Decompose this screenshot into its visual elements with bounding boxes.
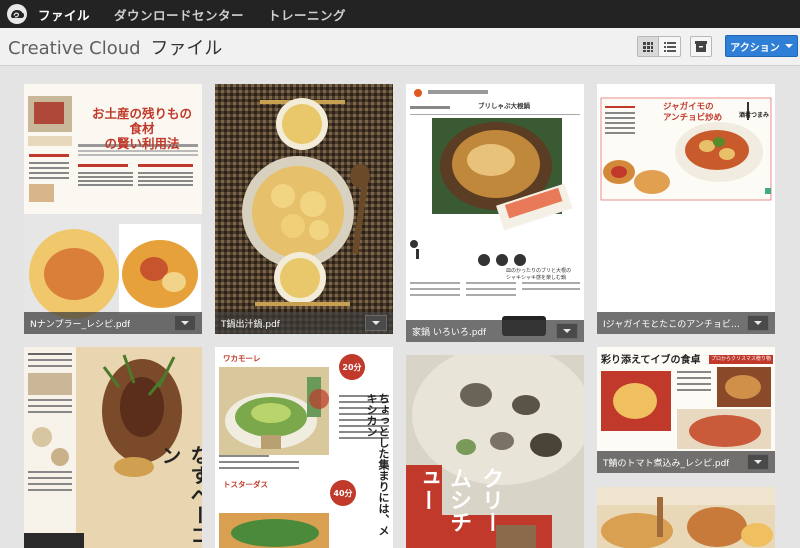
grid-view-button[interactable] [638,37,660,56]
chevron-down-icon [784,44,793,48]
page-title-section: ファイル [150,38,223,59]
file-tile[interactable] [597,487,775,548]
archive-icon [695,41,707,52]
file-menu-button[interactable] [747,315,769,331]
file-tile[interactable]: 彩り添えてイブの食卓 プロからクリスマス贈り物 T鯖のトマト煮込み_レシピ.pd… [597,347,775,473]
time-badge: 20分 [342,363,362,372]
file-thumbnail [406,84,584,342]
thumbnail-header: 彩り添えてイブの食卓 [601,355,701,366]
action-button[interactable]: アクション [725,35,798,57]
file-tile[interactable]: なすベーコン [24,347,202,548]
time-badge: 40分 [333,489,353,498]
grid-icon [643,41,653,52]
thumbnail-caption: 皿のかったりのブリと大根の シャキシャキ感を楽しむ鍋 [506,268,582,282]
archive-button[interactable] [690,36,712,57]
chevron-down-icon [563,329,571,333]
page-title: Creative Cloud ファイル [8,34,222,60]
file-menu-button[interactable] [174,315,196,331]
file-name: Iジャガイモとたこのアンチョビ炒... [603,319,743,330]
file-name: T鯖のトマト煮込み_レシピ.pdf [603,458,730,469]
file-tile[interactable]: ジャガイモの アンチョビ炒め 酒肴つまみ Iジャガイモとたこのアンチョビ炒... [597,84,775,334]
thumbnail-label: トスターダス [223,480,268,489]
file-tile[interactable]: お土産の残りもの食材 の賢い利用法 Nナンプラー_レシピ.pdf [24,84,202,334]
thumbnail-headline-line1: お土産の残りもの食材 [91,106,192,136]
thumbnail-headline-line2: の賢い利用法 [104,136,180,151]
file-name: 家鍋 いろいろ.pdf [412,327,487,338]
file-tile[interactable]: ブリしゃぶ大根鍋 皿のかったりのブリと大根の シャキシャキ感を楽しむ鍋 家鍋 い… [406,84,584,342]
file-thumbnail [597,487,775,548]
top-nav: ファイル ダウンロードセンター トレーニング [0,0,800,28]
nav-download-center[interactable]: ダウンロードセンター [114,5,244,24]
adobe-cc-logo-icon[interactable] [6,3,28,25]
file-menu-button[interactable] [365,315,387,331]
file-name: Nナンプラー_レシピ.pdf [30,319,131,330]
thumbnail-label: ワカモーレ [223,354,261,363]
thumbnail-title-line2: アンチョビ炒め [663,113,723,123]
thumbnail-vertical-text: ちょっとした集まりには、メキシカン [365,393,389,536]
thumbnail-vertical-text: クリームシチュー [414,467,503,533]
page-title-brand: Creative Cloud [8,38,141,59]
file-menu-button[interactable] [556,323,578,339]
list-view-button[interactable] [659,37,680,56]
thumbnail-tag: 酒肴つまみ [739,112,770,119]
file-thumbnail [215,84,393,334]
file-tile[interactable]: クリームシチュー [406,355,584,548]
thumbnail-title: ジャガイモの アンチョビ炒め [663,102,722,124]
thumbnail-tag: プロからクリスマス贈り物 [709,355,773,364]
thumbnail-title: ブリしゃぶ大根鍋 [478,102,530,110]
thumbnail-title-line1: ジャガイモの [663,102,714,112]
thumbnail-caption-line1: 皿のかったりのブリと大根の [506,268,572,274]
thumbnail-headline: お土産の残りもの食材 の賢い利用法 [86,106,198,151]
chevron-down-icon [754,460,762,464]
view-toggle [637,36,681,57]
file-name: T鍋出汁鍋.pdf [221,319,280,330]
chevron-down-icon [372,321,380,325]
file-tile[interactable]: ワカモーレ 20分 トスターダス 40分 ちょっとした集まりには、メキシカン [215,347,393,548]
list-icon [663,41,676,52]
chevron-down-icon [181,321,189,325]
file-menu-button[interactable] [747,454,769,470]
file-tile[interactable]: T鍋出汁鍋.pdf [215,84,393,334]
chevron-down-icon [754,321,762,325]
page-header: Creative Cloud ファイル アクション [0,28,800,66]
nav-training[interactable]: トレーニング [268,5,346,24]
thumbnail-vertical-text: なすベーコン [158,445,202,545]
thumbnail-caption-line2: シャキシャキ感を楽しむ鍋 [506,275,567,281]
nav-files[interactable]: ファイル [38,5,90,24]
action-button-label: アクション [730,42,780,54]
